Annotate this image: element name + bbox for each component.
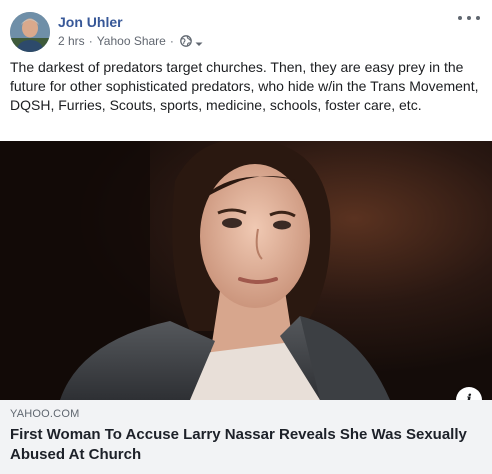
author-name[interactable]: Jon Uhler xyxy=(58,14,123,30)
post-text: The darkest of predators target churches… xyxy=(10,59,479,113)
post-time[interactable]: 2 hrs xyxy=(58,34,85,48)
avatar-image xyxy=(10,12,50,52)
meta-separator: · xyxy=(169,34,174,48)
globe-icon[interactable] xyxy=(180,35,192,47)
author-avatar[interactable] xyxy=(10,12,50,52)
post-source[interactable]: Yahoo Share xyxy=(97,34,166,48)
facebook-post: Jon Uhler 2 hrs · Yahoo Share · The dark… xyxy=(0,0,492,474)
meta-separator: · xyxy=(88,34,93,48)
chevron-down-icon[interactable] xyxy=(195,37,203,46)
post-header: Jon Uhler 2 hrs · Yahoo Share · xyxy=(10,12,480,52)
more-dot xyxy=(476,16,480,20)
link-headline[interactable]: First Woman To Accuse Larry Nassar Revea… xyxy=(10,425,480,465)
more-dot xyxy=(458,16,462,20)
link-preview[interactable]: YAHOO.COM First Woman To Accuse Larry Na… xyxy=(0,400,492,474)
link-preview-image[interactable] xyxy=(0,141,492,400)
more-options-icon[interactable] xyxy=(458,12,480,24)
link-domain: YAHOO.COM xyxy=(10,408,80,420)
post-meta: 2 hrs · Yahoo Share · xyxy=(58,34,203,48)
more-dot xyxy=(467,16,471,20)
